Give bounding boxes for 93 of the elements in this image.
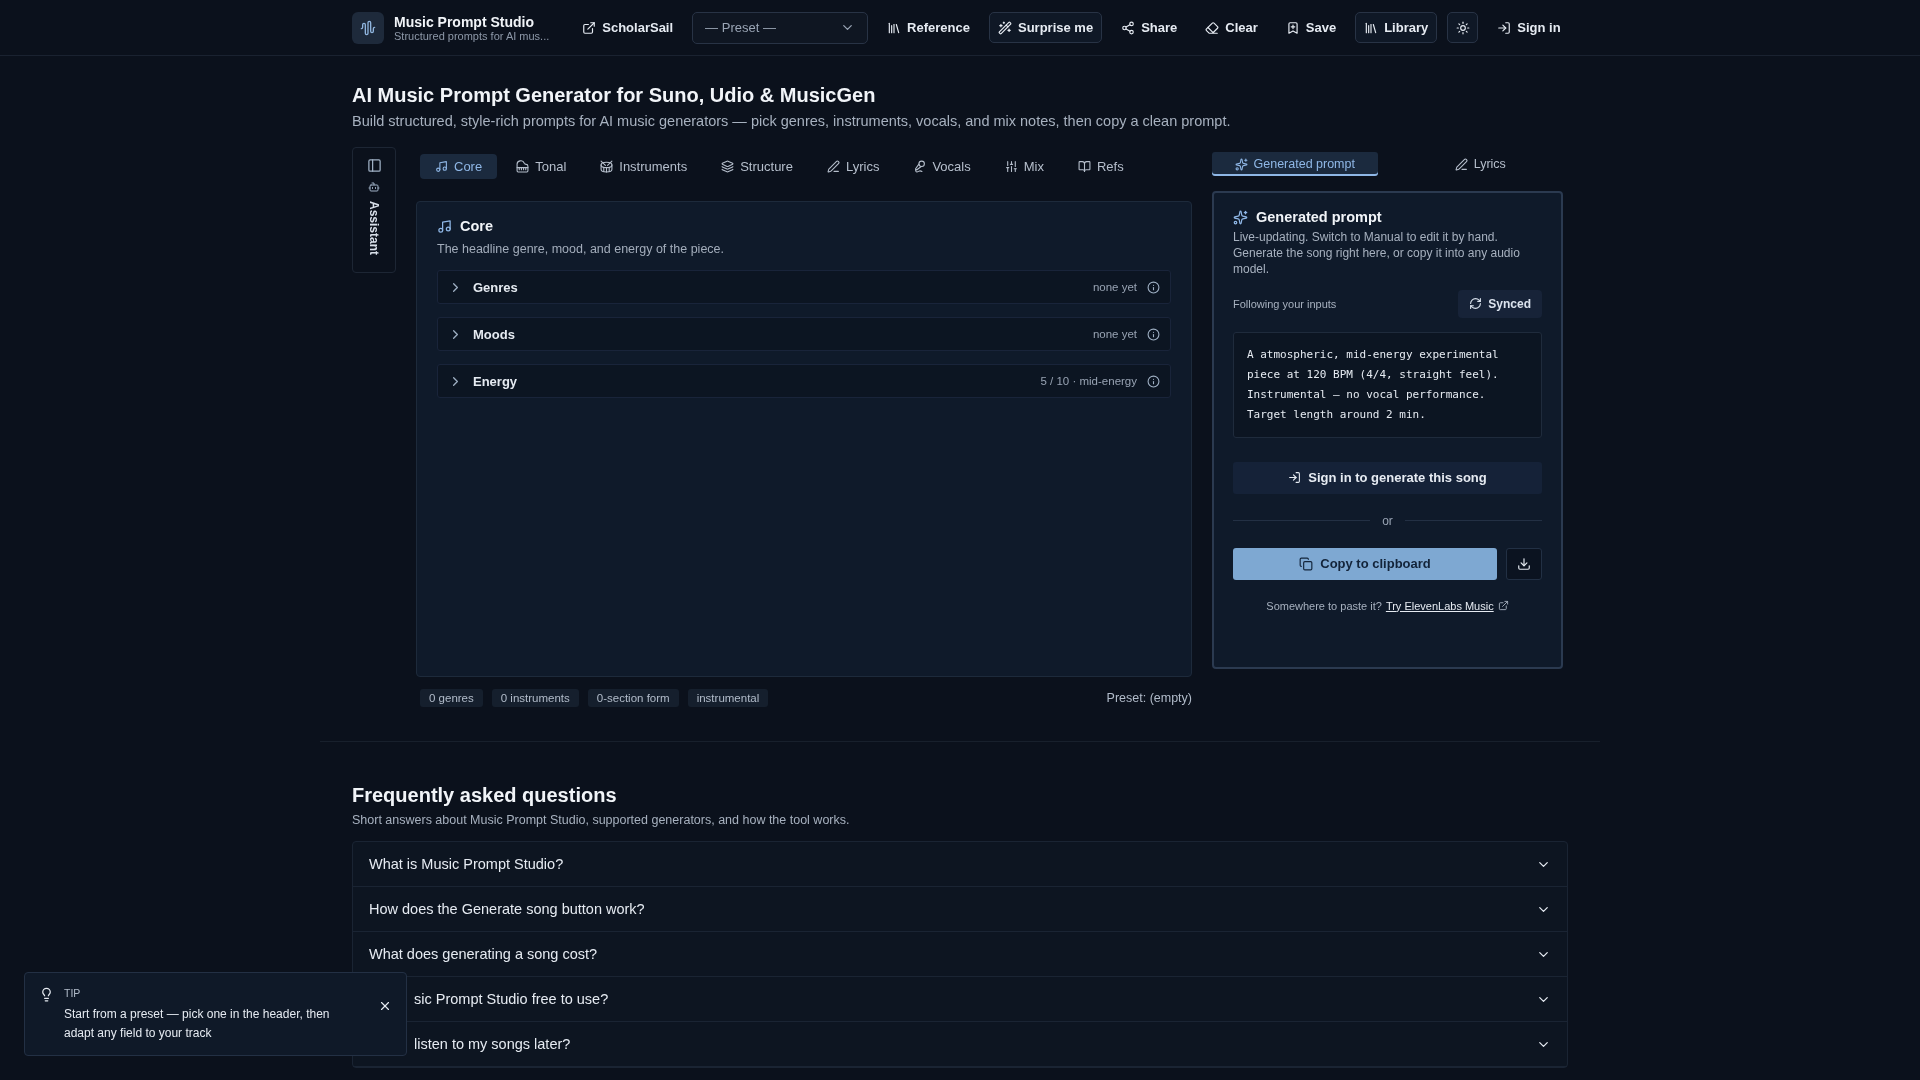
output-tab[interactable]: Lyrics xyxy=(1397,152,1563,176)
sign-in-icon xyxy=(1288,471,1302,485)
faq-title: Frequently asked questions xyxy=(352,784,618,807)
tip-label: TIP xyxy=(64,987,82,999)
external-link-icon xyxy=(582,20,597,35)
header-link[interactable]: ScholarSail xyxy=(573,12,683,43)
output-tab[interactable]: Generated prompt xyxy=(1212,152,1378,176)
eraser-icon xyxy=(1205,20,1220,35)
header-button[interactable]: Surprise me xyxy=(988,12,1103,43)
sparkles-icon xyxy=(1233,209,1248,225)
header-button[interactable]: Save xyxy=(1276,12,1346,43)
info-icon xyxy=(1147,374,1160,388)
row-value: none yet xyxy=(1092,328,1137,340)
header-button[interactable]: Share xyxy=(1112,12,1187,43)
prompt-description: Live-updating. Switch to Manual to edit it by hand. Generate the song right here, or copy it into any audio model. xyxy=(1233,229,1521,278)
external-link-icon xyxy=(1497,600,1509,612)
preset-status: Preset: (empty) xyxy=(1106,691,1192,705)
section-tab[interactable]: Mix xyxy=(989,153,1059,179)
header-button[interactable]: Reference xyxy=(878,12,979,43)
section-tab[interactable]: Structure xyxy=(706,153,808,179)
bookmark-icon xyxy=(1285,20,1300,35)
copy-button[interactable]: Copy to clipboard xyxy=(1233,547,1497,580)
close-button[interactable] xyxy=(378,999,392,1013)
pen-icon xyxy=(1454,157,1468,171)
section-tab[interactable]: Instruments xyxy=(585,153,703,179)
refresh-icon xyxy=(1469,297,1483,311)
library-icon xyxy=(1364,20,1379,35)
preset-select[interactable]: — Preset — xyxy=(692,11,869,44)
section-title: Core xyxy=(460,218,494,234)
section-tab[interactable]: Vocals xyxy=(898,153,986,179)
lightbulb-icon xyxy=(39,987,54,1002)
assistant-label: Assistant xyxy=(367,201,381,256)
row-value: none yet xyxy=(1092,281,1137,293)
section-tab[interactable]: Lyrics xyxy=(811,153,895,179)
drum-icon xyxy=(600,159,614,173)
sliders-icon xyxy=(1004,159,1018,173)
robot-icon xyxy=(368,181,380,193)
app-name: Music Prompt Studio xyxy=(394,13,535,30)
music-note-icon xyxy=(435,159,448,173)
info-icon xyxy=(1147,280,1160,294)
pen-icon xyxy=(826,159,840,173)
layers-icon xyxy=(721,159,735,173)
sun-icon xyxy=(1455,20,1470,35)
summary-chip: 0 genres xyxy=(420,689,483,707)
assistant-rail[interactable]: Assistant xyxy=(352,147,396,273)
summary-chip: 0-section form xyxy=(587,689,679,707)
panel-icon xyxy=(366,158,382,173)
music-note-icon xyxy=(437,218,452,234)
summary-chip: instrumental xyxy=(687,689,769,707)
copy-icon xyxy=(1299,556,1314,571)
prompt-title: Generated prompt xyxy=(1256,209,1382,225)
mode-label: Following your inputs xyxy=(1233,297,1337,310)
app-logo[interactable] xyxy=(352,11,384,44)
row-label: Energy xyxy=(473,373,519,389)
header-button[interactable]: Clear xyxy=(1196,12,1267,43)
page-subtitle: Build structured, style-rich prompts for AI music generators — pick genres, instruments, vocals, and mix notes, then copy a clean prompt. xyxy=(352,113,1232,129)
header-button[interactable]: Library xyxy=(1355,12,1438,43)
prompt-text[interactable]: A atmospheric, mid-energy experimental piece at 120 BPM (4/4, straight feel). Instrumental — no vocal performance. Target length around 2 min. xyxy=(1233,331,1542,438)
accordion-row[interactable]: Genres none yet xyxy=(437,270,1171,304)
section-tab[interactable]: Core xyxy=(420,153,498,179)
microphone-icon xyxy=(913,159,927,173)
sparkles-icon xyxy=(1234,157,1248,171)
accordion-row[interactable]: Moods none yet xyxy=(437,317,1171,351)
library-icon xyxy=(887,20,902,35)
generate-button[interactable]: Sign in to generate this song xyxy=(1233,461,1542,494)
section-description: The headline genre, mood, and energy of the piece. xyxy=(437,242,725,256)
divider-label: or xyxy=(1382,513,1393,528)
sign-in-icon xyxy=(1497,20,1512,35)
summary-chip: 0 instruments xyxy=(491,689,579,707)
faq-item[interactable]: How does the Generate song button work? xyxy=(353,887,1567,932)
section-tab[interactable]: Refs xyxy=(1062,153,1139,179)
book-icon xyxy=(1077,159,1091,173)
app-subtitle: Structured prompts for AI mus... xyxy=(394,29,550,42)
header-button[interactable]: Sign in xyxy=(1488,12,1570,43)
magic-wand-icon xyxy=(997,20,1012,35)
download-icon xyxy=(1517,556,1531,571)
piano-icon xyxy=(516,159,530,173)
elevenlabs-link[interactable]: Try ElevenLabs Music xyxy=(1385,599,1494,612)
faq-subtitle: Short answers about Music Prompt Studio, supported generators, and how the tool works. xyxy=(352,813,851,827)
accordion-row[interactable]: Energy 5 / 10 · mid-energy xyxy=(437,364,1171,398)
page-title: AI Music Prompt Generator for Suno, Udio & MusicGen xyxy=(352,84,877,107)
synced-button[interactable]: Synced xyxy=(1458,289,1542,318)
row-label: Genres xyxy=(473,279,519,295)
tip-text: Start from a preset — pick one in the header, then adapt any field to your track xyxy=(64,1006,331,1043)
theme-toggle-button[interactable] xyxy=(1447,12,1479,43)
row-label: Moods xyxy=(473,326,516,342)
download-button[interactable] xyxy=(1506,547,1542,580)
share-icon xyxy=(1121,20,1136,35)
faq-item[interactable]: What is Music Prompt Studio? xyxy=(353,842,1567,887)
row-value: 5 / 10 · mid-energy xyxy=(1040,375,1137,387)
paste-hint: Somewhere to paste it? xyxy=(1266,599,1382,612)
info-icon xyxy=(1147,327,1160,341)
section-tab[interactable]: Tonal xyxy=(501,153,582,179)
